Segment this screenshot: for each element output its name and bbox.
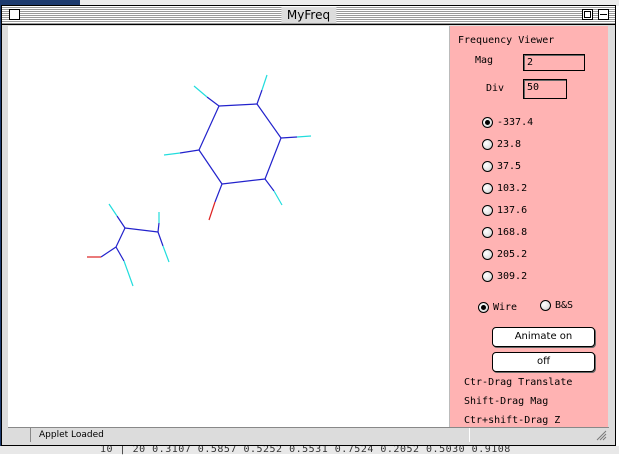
freq-radio-3[interactable]: 103.2	[482, 181, 527, 195]
fragment-bond	[124, 227, 159, 233]
freq-radio-7[interactable]: 309.2	[482, 269, 527, 283]
radio-button-icon[interactable]	[482, 160, 493, 172]
ch-bond	[296, 135, 312, 138]
radio-button-icon[interactable]	[482, 204, 493, 216]
freq-radio-1[interactable]: 23.8	[482, 137, 521, 151]
animate-on-button[interactable]: Animate on	[492, 327, 595, 347]
hint-z: Ctr+shift-Drag Z	[464, 415, 561, 426]
radio-button-icon[interactable]	[482, 116, 493, 128]
ch-bond	[273, 190, 283, 206]
fragment-bond	[115, 227, 126, 248]
co-bond	[208, 201, 216, 221]
freq-radio-2[interactable]: 37.5	[482, 159, 521, 173]
div-label: Div	[486, 83, 505, 94]
co-bond	[214, 183, 223, 203]
mode-radio-wire[interactable]: Wire	[478, 300, 517, 314]
ch-bond	[163, 152, 181, 156]
ch-bond	[280, 136, 298, 139]
freq-label: 168.8	[497, 226, 528, 238]
freq-radio-6[interactable]: 205.2	[482, 247, 527, 261]
freq-label: -337.4	[497, 116, 534, 128]
div-input[interactable]: 50	[523, 79, 567, 99]
molecule-wireframe[interactable]	[8, 26, 449, 427]
ring-bond	[256, 103, 282, 139]
radio-button-icon[interactable]	[482, 270, 493, 282]
status-text: Applet Loaded	[30, 428, 470, 442]
fragment-bond	[115, 246, 125, 262]
ring-bond	[198, 105, 220, 151]
ch-bond	[193, 85, 208, 98]
mag-input[interactable]: 2	[523, 54, 585, 71]
fragment-bond	[157, 222, 160, 233]
ring-bond	[198, 149, 223, 185]
resize-grip-icon[interactable]	[595, 429, 607, 441]
close-box-icon[interactable]	[9, 9, 20, 20]
ring-bond	[264, 137, 282, 180]
ring-bond	[218, 103, 258, 107]
molecule-canvas[interactable]	[8, 26, 450, 427]
freq-label: 137.6	[497, 204, 528, 216]
ch-bond	[264, 178, 275, 192]
zoom-box-icon[interactable]	[582, 9, 593, 20]
radio-button-icon[interactable]	[482, 182, 493, 194]
ch-bond	[179, 149, 200, 154]
freq-label: 23.8	[497, 138, 522, 150]
hint-translate: Ctr-Drag Translate	[464, 377, 573, 388]
radio-button-icon[interactable]	[478, 301, 489, 313]
off-button[interactable]: off	[492, 352, 595, 372]
mode-label: Wire	[493, 301, 518, 313]
control-panel: Frequency Viewer Mag 2 Div 50 -337.4 23.…	[450, 26, 608, 427]
freq-label: 205.2	[497, 248, 528, 260]
myfreq-window: MyFreq Frequency Viewer Mag 2 Div 50 -33…	[1, 5, 616, 446]
ring-bond	[221, 178, 266, 185]
title-bar[interactable]: MyFreq	[2, 6, 615, 25]
radio-button-icon[interactable]	[482, 248, 493, 260]
mode-radio-bs[interactable]: B&S	[540, 298, 573, 312]
freq-label: 103.2	[497, 182, 528, 194]
freq-radio-5[interactable]: 168.8	[482, 225, 527, 239]
hint-mag: Shift-Drag Mag	[464, 396, 549, 407]
ch-bond	[256, 89, 263, 105]
freq-radio-4[interactable]: 137.6	[482, 203, 527, 217]
collapse-box-icon[interactable]	[598, 9, 609, 20]
freq-label: 309.2	[497, 270, 528, 282]
fragment-bond	[108, 203, 118, 217]
fragment-bond	[157, 231, 164, 247]
status-bar: Applet Loaded	[8, 427, 609, 443]
panel-title: Frequency Viewer	[458, 35, 555, 46]
radio-button-icon[interactable]	[540, 299, 551, 311]
radio-button-icon[interactable]	[482, 138, 493, 150]
mode-label: B&S	[555, 299, 574, 311]
radio-button-icon[interactable]	[482, 226, 493, 238]
ch-bond	[261, 74, 268, 91]
mag-label: Mag	[475, 55, 494, 66]
window-title: MyFreq	[280, 7, 337, 23]
freq-label: 37.5	[497, 160, 522, 172]
ch-bond	[206, 96, 220, 107]
fragment-bond	[116, 215, 126, 229]
fragment-bond	[123, 260, 134, 287]
fragment-bond	[162, 245, 170, 263]
fragment-bond	[100, 246, 117, 258]
freq-radio-0[interactable]: -337.4	[482, 115, 533, 129]
